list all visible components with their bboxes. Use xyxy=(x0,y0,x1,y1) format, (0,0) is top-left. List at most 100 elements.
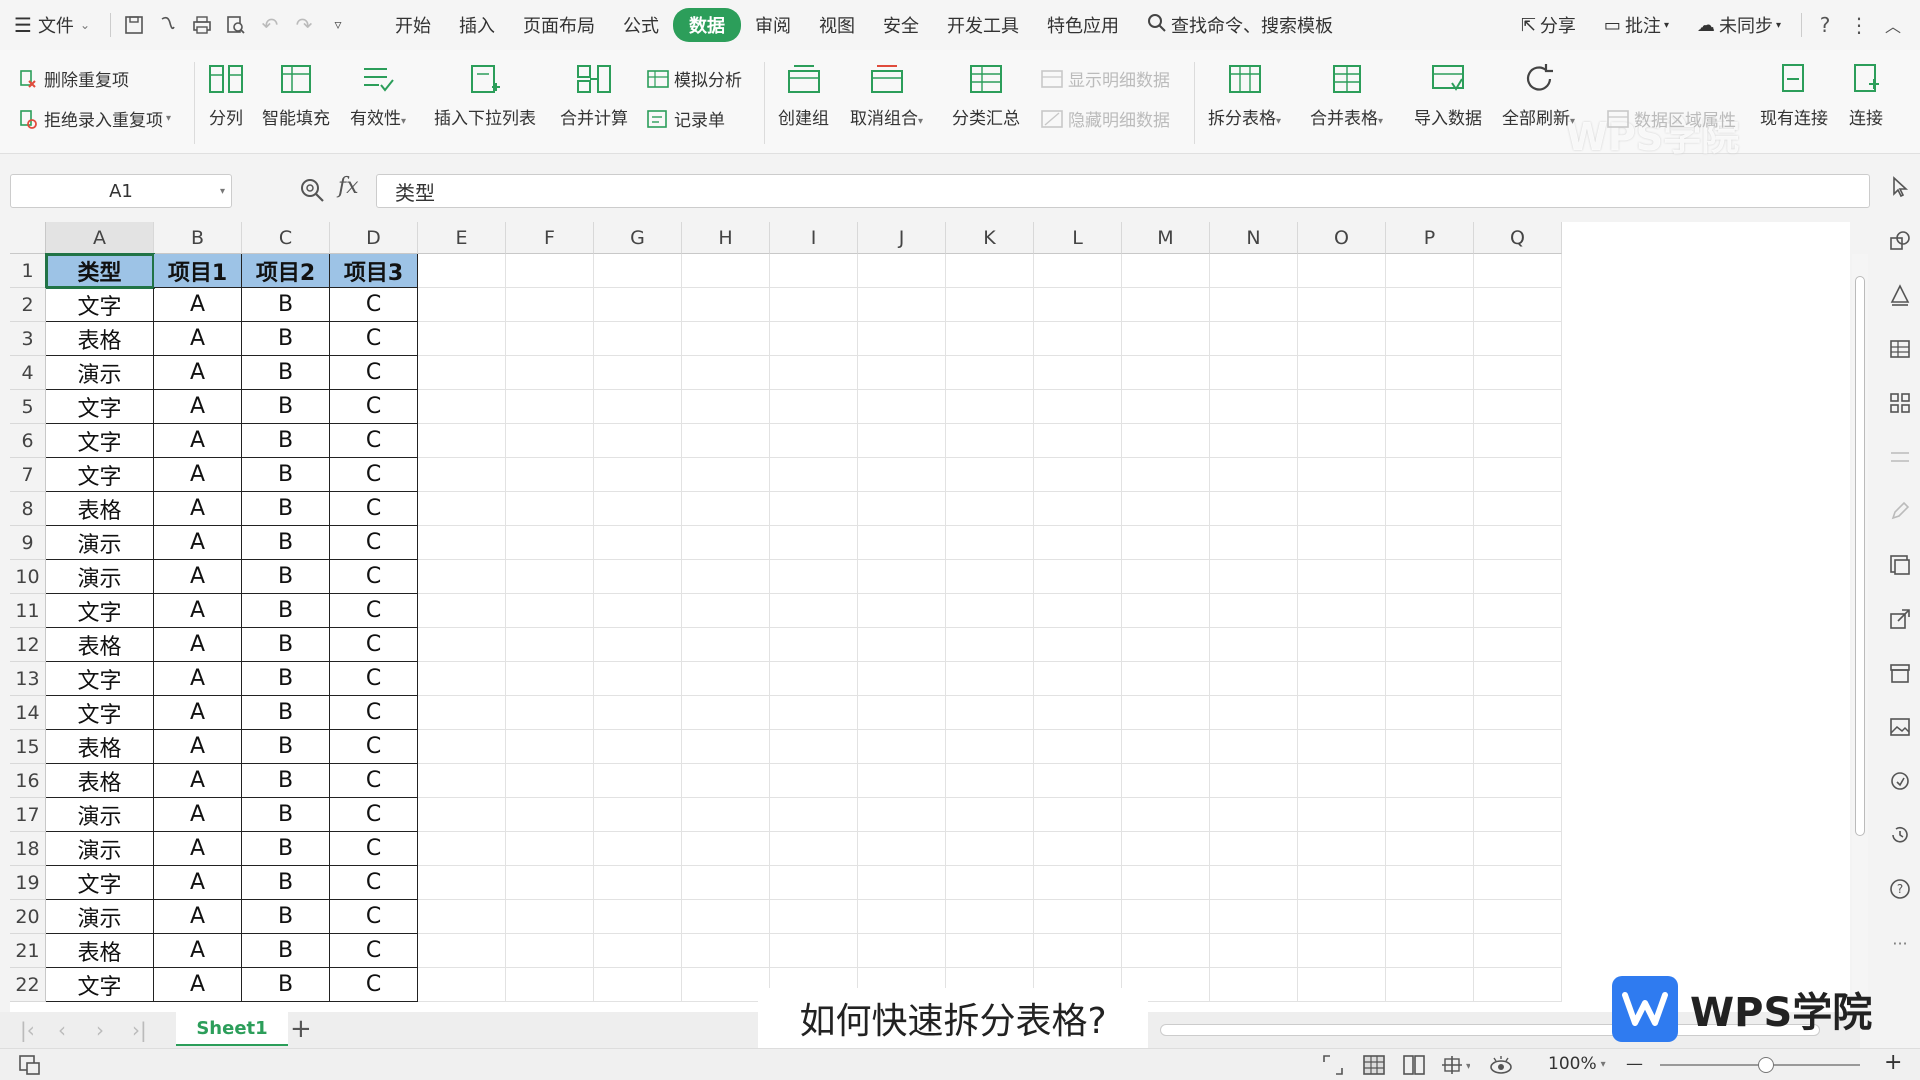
empty-cell[interactable] xyxy=(1386,288,1474,322)
empty-cell[interactable] xyxy=(858,594,946,628)
row-header[interactable]: 9 xyxy=(10,526,46,560)
column-header-q[interactable]: Q xyxy=(1474,222,1562,254)
empty-cell[interactable] xyxy=(946,322,1034,356)
empty-cell[interactable] xyxy=(594,458,682,492)
empty-cell[interactable] xyxy=(682,356,770,390)
empty-cell[interactable] xyxy=(1034,356,1122,390)
table-cell[interactable]: 演示 xyxy=(46,560,154,594)
table-cell[interactable]: C xyxy=(330,288,418,322)
empty-cell[interactable] xyxy=(858,730,946,764)
print-icon[interactable] xyxy=(185,8,219,42)
empty-cell[interactable] xyxy=(1298,356,1386,390)
empty-cell[interactable] xyxy=(594,798,682,832)
what-if-analysis-button[interactable]: 模拟分析 xyxy=(646,66,742,91)
table-cell[interactable]: B xyxy=(242,560,330,594)
empty-cell[interactable] xyxy=(770,730,858,764)
table-cell[interactable]: C xyxy=(330,628,418,662)
empty-cell[interactable] xyxy=(1298,526,1386,560)
header-cell[interactable]: 项目3 xyxy=(330,254,418,288)
table-cell[interactable]: A xyxy=(154,424,242,458)
empty-cell[interactable] xyxy=(1474,492,1562,526)
empty-cell[interactable] xyxy=(1210,628,1298,662)
empty-cell[interactable] xyxy=(1034,628,1122,662)
ungroup-button[interactable]: 取消组合▾ xyxy=(850,60,923,129)
empty-cell[interactable] xyxy=(506,560,594,594)
column-header-k[interactable]: K xyxy=(946,222,1034,254)
empty-cell[interactable] xyxy=(418,730,506,764)
empty-cell[interactable] xyxy=(1386,492,1474,526)
empty-cell[interactable] xyxy=(946,628,1034,662)
empty-cell[interactable] xyxy=(1298,322,1386,356)
empty-cell[interactable] xyxy=(1386,322,1474,356)
table-cell[interactable]: B xyxy=(242,832,330,866)
row-header[interactable]: 8 xyxy=(10,492,46,526)
save-icon[interactable] xyxy=(117,8,151,42)
empty-cell[interactable] xyxy=(1122,390,1210,424)
empty-cell[interactable] xyxy=(594,322,682,356)
empty-cell[interactable] xyxy=(1474,934,1562,968)
empty-cell[interactable] xyxy=(770,832,858,866)
empty-cell[interactable] xyxy=(770,628,858,662)
empty-cell[interactable] xyxy=(418,696,506,730)
empty-cell[interactable] xyxy=(1210,866,1298,900)
empty-cell[interactable] xyxy=(1386,390,1474,424)
empty-cell[interactable] xyxy=(1386,458,1474,492)
empty-cell[interactable] xyxy=(1298,560,1386,594)
empty-cell[interactable] xyxy=(418,254,506,288)
empty-cell[interactable] xyxy=(506,424,594,458)
table-cell[interactable]: 表格 xyxy=(46,934,154,968)
empty-cell[interactable] xyxy=(418,288,506,322)
empty-cell[interactable] xyxy=(1210,322,1298,356)
table-cell[interactable]: 文字 xyxy=(46,696,154,730)
select-all-corner[interactable] xyxy=(10,222,46,254)
table-cell[interactable]: B xyxy=(242,424,330,458)
empty-cell[interactable] xyxy=(770,424,858,458)
row-header[interactable]: 14 xyxy=(10,696,46,730)
empty-cell[interactable] xyxy=(506,288,594,322)
empty-cell[interactable] xyxy=(506,458,594,492)
table-cell[interactable]: A xyxy=(154,866,242,900)
empty-cell[interactable] xyxy=(682,560,770,594)
split-table-button[interactable]: 拆分表格▾ xyxy=(1208,60,1281,129)
empty-cell[interactable] xyxy=(1122,900,1210,934)
empty-cell[interactable] xyxy=(682,424,770,458)
create-group-button[interactable]: 创建组 xyxy=(778,60,829,129)
help-circle-icon[interactable]: ? xyxy=(1886,875,1914,903)
empty-cell[interactable] xyxy=(1298,798,1386,832)
empty-cell[interactable] xyxy=(946,662,1034,696)
empty-cell[interactable] xyxy=(682,696,770,730)
empty-cell[interactable] xyxy=(1298,254,1386,288)
empty-cell[interactable] xyxy=(1034,526,1122,560)
apps-grid-icon[interactable] xyxy=(1886,389,1914,417)
empty-cell[interactable] xyxy=(1386,764,1474,798)
empty-cell[interactable] xyxy=(506,526,594,560)
empty-cell[interactable] xyxy=(1210,662,1298,696)
normal-view-icon[interactable] xyxy=(1362,1054,1386,1076)
table-cell[interactable]: A xyxy=(154,526,242,560)
empty-cell[interactable] xyxy=(1298,832,1386,866)
name-box[interactable]: A1 ▾ xyxy=(10,174,232,208)
table-cell[interactable]: 文字 xyxy=(46,866,154,900)
share-button[interactable]: ⇱ 分享 xyxy=(1507,8,1590,42)
zoom-slider-handle[interactable] xyxy=(1758,1057,1774,1073)
table-cell[interactable]: C xyxy=(330,322,418,356)
empty-cell[interactable] xyxy=(1122,322,1210,356)
empty-cell[interactable] xyxy=(418,560,506,594)
empty-cell[interactable] xyxy=(594,424,682,458)
empty-cell[interactable] xyxy=(682,798,770,832)
empty-cell[interactable] xyxy=(1122,254,1210,288)
empty-cell[interactable] xyxy=(1474,900,1562,934)
empty-cell[interactable] xyxy=(858,492,946,526)
empty-cell[interactable] xyxy=(1034,798,1122,832)
connect-button[interactable]: 连接 xyxy=(1846,60,1886,129)
empty-cell[interactable] xyxy=(1474,798,1562,832)
empty-cell[interactable] xyxy=(418,764,506,798)
empty-cell[interactable] xyxy=(594,356,682,390)
import-data-button[interactable]: 导入数据 xyxy=(1414,60,1482,129)
empty-cell[interactable] xyxy=(858,798,946,832)
undo-icon[interactable]: ↶ xyxy=(253,8,287,42)
empty-cell[interactable] xyxy=(506,968,594,1002)
empty-cell[interactable] xyxy=(1386,594,1474,628)
row-header[interactable]: 13 xyxy=(10,662,46,696)
validity-button[interactable]: 有效性▾ xyxy=(350,60,406,129)
